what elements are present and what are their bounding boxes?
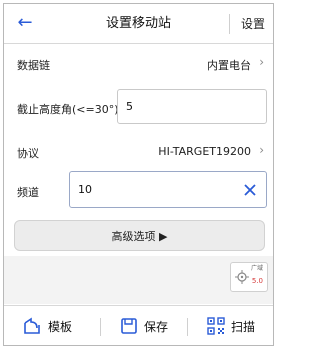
close-icon[interactable] [242, 182, 258, 198]
scan-label: 扫描 [231, 319, 256, 334]
elevation-mask-input[interactable]: 5 [117, 89, 267, 124]
gps-value: 5.0 [251, 277, 263, 285]
template-icon [24, 317, 40, 334]
app-frame: ← 设置移动站 设置 数据链 内置电台 › 截止高度角(<=30°) 5 协议 … [3, 3, 274, 346]
title-bar: ← 设置移动站 设置 [4, 4, 273, 44]
elevation-mask-value: 5 [126, 100, 133, 113]
qr-code-icon [207, 317, 225, 335]
template-button[interactable]: 模板 [22, 306, 73, 345]
protocol-label: 协议 [17, 147, 39, 160]
save-label: 保存 [144, 319, 169, 334]
footer-divider [100, 318, 101, 336]
elevation-mask-label: 截止高度角(<=30°) [17, 103, 119, 116]
channel-value: 10 [78, 183, 92, 196]
page-title: 设置移动站 [105, 16, 171, 31]
channel-label: 频道 [17, 186, 39, 199]
advanced-options-button[interactable]: 高级选项 ▶ [14, 220, 265, 251]
chevron-right-icon: › [259, 143, 264, 157]
bottom-toolbar: 模板 保存 扫描 [4, 305, 273, 345]
footer-divider [187, 318, 188, 336]
save-button[interactable]: 保存 [120, 306, 169, 345]
gps-mode-label: 广域 [250, 265, 263, 272]
chevron-right-icon: › [259, 55, 264, 69]
datalink-value: 内置电台 [207, 59, 251, 72]
save-icon [121, 318, 137, 334]
channel-input[interactable]: 10 [69, 171, 267, 208]
datalink-label: 数据链 [17, 59, 50, 72]
gps-target-icon [235, 270, 249, 284]
header-divider [229, 14, 230, 34]
scan-button[interactable]: 扫描 [207, 306, 256, 345]
protocol-value: HI-TARGET19200 [158, 145, 251, 158]
gps-status-widget[interactable]: 广域 5.0 [230, 262, 268, 292]
template-label: 模板 [48, 319, 73, 334]
settings-button[interactable]: 设置 [241, 4, 265, 44]
